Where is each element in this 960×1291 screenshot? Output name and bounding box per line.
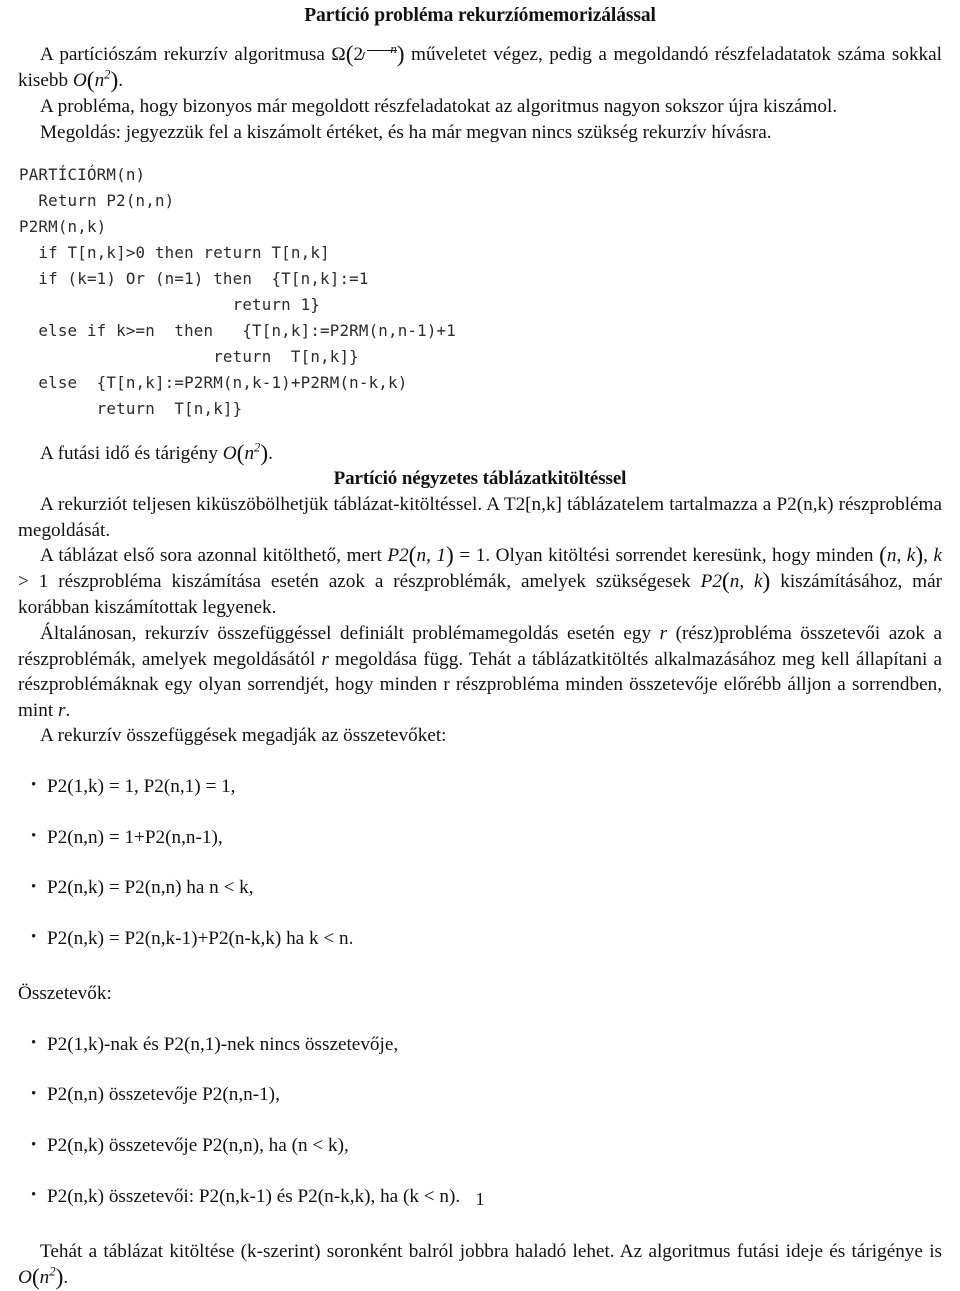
components-label-block: Összetevők: <box>18 981 942 1007</box>
runtime-o-arg: n <box>244 443 255 465</box>
list-item: P2(n,k) = P2(n,k-1)+P2(n-k,k) ha k < n. <box>18 925 942 952</box>
s2p2-f2-args: n, k <box>886 545 916 567</box>
algorithm-code-block: PARTÍCIÓRM(n) Return P2(n,n) P2RM(n,k) i… <box>19 162 942 423</box>
close-paren: ) <box>446 542 454 569</box>
section2-paragraph-3: Általánosan, rekurzív összefüggéssel def… <box>18 621 942 723</box>
intro-p1-text-a: A partíciószám rekurzív algoritmusa <box>40 44 332 66</box>
close-paren: ) <box>396 41 405 68</box>
list-item: P2(n,k) = P2(n,n) ha n < k, <box>18 875 942 901</box>
list-item: P2(n,k) összetevője P2(n,n), ha (n < k), <box>18 1133 942 1159</box>
open-paren: ( <box>721 568 730 595</box>
runtime-bigo: O <box>222 443 237 465</box>
sqrt-exponent: n <box>363 42 397 56</box>
s2p2-f1-tail: = 1 <box>453 545 486 567</box>
conclusion-block: Tehát a táblázat kitöltése (k-szerint) s… <box>18 1239 942 1291</box>
s2p3-text-a: Általánosan, rekurzív összefüggéssel def… <box>40 622 660 644</box>
conclusion-bigo: O <box>18 1266 32 1288</box>
section-title-table-filling: Partíció négyzetes táblázatkitöltéssel <box>333 468 627 490</box>
pseudocode: PARTÍCIÓRM(n) Return P2(n,n) P2RM(n,k) i… <box>19 164 456 419</box>
conclusion-text-b: . <box>63 1266 69 1288</box>
list-item: P2(n,n) összetevője P2(n,n-1), <box>18 1082 942 1108</box>
s2p2-text-b: . Olyan kitöltési sorrendet keresünk, ho… <box>485 545 880 567</box>
page-number: 1 <box>475 1189 485 1209</box>
s2p3-r2: r <box>321 648 329 670</box>
runtime-note-block: A futási idő és tárigény O(n2). <box>18 441 942 467</box>
close-paren: ) <box>260 440 269 467</box>
open-paren: ( <box>879 542 887 569</box>
s2p2-k: k <box>933 545 943 567</box>
intro-paragraph-3: Megoldás: jegyezzük fel a kiszámolt érté… <box>40 121 772 143</box>
s2p3-text-d: . <box>65 699 71 721</box>
close-paren: ) <box>55 1264 64 1291</box>
conclusion-text-a: Tehát a táblázat kitöltése (k-szerint) s… <box>40 1241 942 1263</box>
s2p3-r1: r <box>659 622 668 644</box>
s2p2-f1-args: n, 1 <box>416 545 447 567</box>
conclusion-o-arg: n <box>39 1266 50 1288</box>
intro-p1-bigo: O <box>72 70 87 92</box>
s2p2-text-a: A táblázat első sora azonnal kitölthető,… <box>40 545 388 567</box>
s2p2-text-d: > 1 részprobléma kiszámítása esetén azok… <box>18 571 701 593</box>
open-paren: ( <box>86 67 95 94</box>
runtime-note: A futási idő és tárigény O(n2). <box>18 441 942 467</box>
components-list: P2(1,k)-nak és P2(n,1)-nek nincs összete… <box>18 1031 942 1209</box>
components-label: Összetevők: <box>18 983 112 1005</box>
s2p2-f3: P2 <box>700 571 722 593</box>
section2-paragraph-4: A rekurzív összefüggések megadják az öss… <box>40 725 447 747</box>
list-item: P2(1,k)-nak és P2(n,1)-nek nincs összete… <box>18 1031 942 1058</box>
page-title: Partíció probléma rekurzíómemorizálással <box>304 5 656 26</box>
intro-paragraph-2: A probléma, hogy bizonyos már megoldott … <box>40 96 838 118</box>
intro-paragraph-1: A partíciószám rekurzív algoritmusa Ω(2 n… <box>18 42 942 94</box>
s2p2-f3-args: n, k <box>729 571 763 593</box>
runtime-text-a: A futási idő és tárigény <box>40 443 223 465</box>
list-item: P2(1,k) = 1, P2(n,1) = 1, <box>18 773 942 800</box>
recurrence-list: P2(1,k) = 1, P2(n,1) = 1, P2(n,n) = 1+P2… <box>18 773 942 952</box>
document-page: Partíció probléma rekurzíómemorizálással… <box>0 0 960 1290</box>
intro-block: A partíciószám rekurzív algoritmusa Ω(2 n… <box>18 42 942 145</box>
s2p2-text-c: , <box>923 545 934 567</box>
section2-paragraph-1: A rekurziót teljesen kiküszöbölhetjük tá… <box>18 494 942 541</box>
section2-body: A rekurziót teljesen kiküszöbölhetjük tá… <box>18 492 942 749</box>
conclusion-paragraph: Tehát a táblázat kitöltése (k-szerint) s… <box>18 1239 942 1291</box>
s2p2-f1: P2 <box>387 545 409 567</box>
sqrt-icon: n <box>366 41 397 56</box>
intro-p1-text-c: . <box>118 70 124 92</box>
list-item: P2(n,n) = 1+P2(n,n-1), <box>18 824 942 851</box>
intro-p1-o-arg: n <box>94 70 105 92</box>
omega-symbol: Ω <box>331 44 346 66</box>
close-paren: ) <box>915 542 924 569</box>
runtime-text-b: . <box>268 443 273 465</box>
section2-paragraph-2: A táblázat első sora azonnal kitölthető,… <box>18 543 942 621</box>
open-paren: ( <box>31 1264 40 1291</box>
intro-p1-base: 2 <box>353 44 364 66</box>
